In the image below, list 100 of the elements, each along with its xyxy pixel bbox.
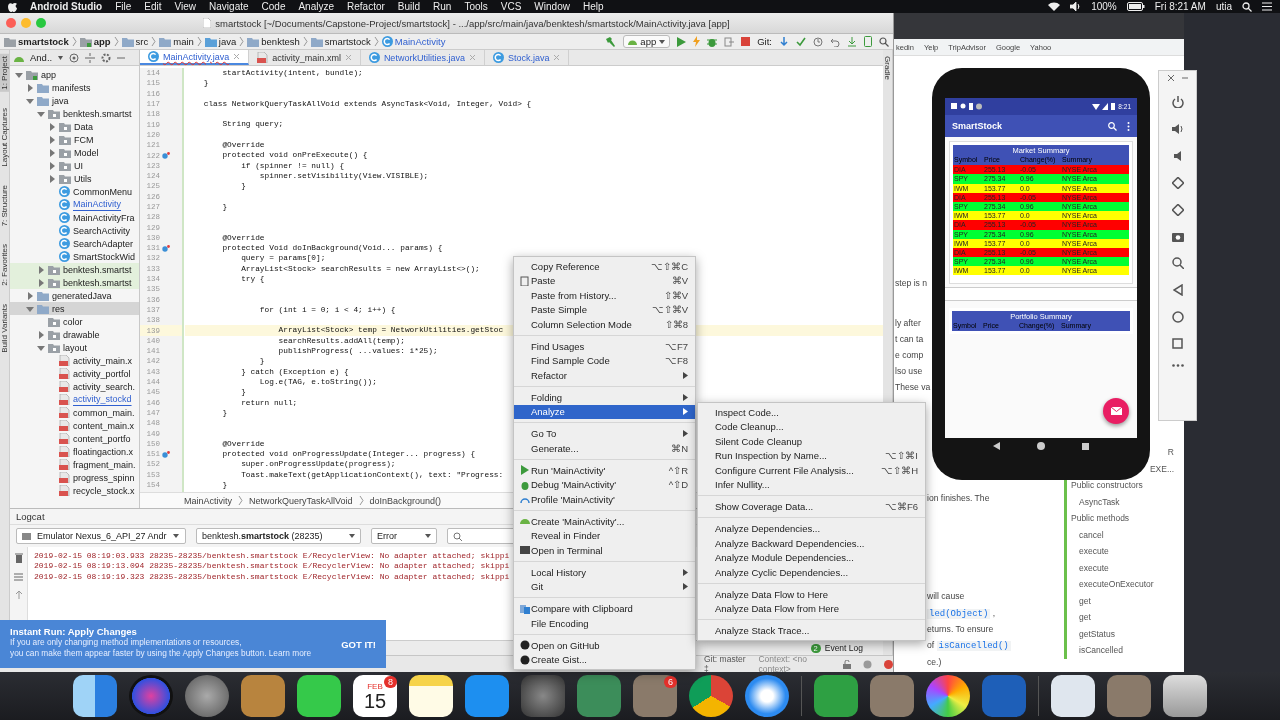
close-window-icon[interactable] <box>6 18 16 28</box>
toc-link[interactable]: cancel <box>1079 529 1104 540</box>
tree-item-label[interactable]: benktesh.smartst <box>63 108 132 119</box>
menu-item[interactable]: View <box>174 1 197 12</box>
toc-link[interactable]: EXE... <box>1149 460 1174 477</box>
tool-window-tab[interactable]: 7: Structure <box>0 182 9 228</box>
tree-item-label[interactable]: activity_portfol <box>73 368 131 379</box>
breadcrumb-item[interactable]: smartstock <box>324 36 371 47</box>
tree-item-label[interactable]: CommonMenu <box>73 186 133 197</box>
toc-link[interactable]: execute <box>1079 546 1109 556</box>
tree-row[interactable]: recycle_stock.x <box>10 484 139 497</box>
vcs-update-icon[interactable] <box>779 36 789 47</box>
tree-item-label[interactable]: java <box>52 95 69 106</box>
back-icon[interactable] <box>993 442 1001 450</box>
power-icon[interactable] <box>1171 96 1184 108</box>
run-icon[interactable] <box>677 36 687 47</box>
menu-item[interactable]: File <box>115 1 132 12</box>
up-arrow-icon[interactable] <box>14 590 23 599</box>
toc-link[interactable]: get <box>1079 612 1091 622</box>
volume-up-icon[interactable] <box>1171 123 1184 135</box>
menu-item[interactable]: Analyze <box>298 1 335 12</box>
breadcrumb-item[interactable]: main <box>173 36 194 47</box>
tree-row[interactable]: SmartStockWid <box>10 250 139 263</box>
tree-row[interactable]: benktesh.smartst <box>10 263 139 276</box>
tree-row[interactable]: content_portfo <box>10 432 139 445</box>
menu-item[interactable]: Generate... ⌘N <box>514 441 695 456</box>
tree-row[interactable]: content_main.x <box>10 419 139 432</box>
menu-item[interactable]: Configure Current File Analysis... ⌥⇧⌘H <box>698 463 925 478</box>
stop-icon[interactable] <box>741 37 751 46</box>
notepad-icon[interactable] <box>409 675 453 717</box>
lock-icon[interactable] <box>843 659 851 669</box>
menu-item[interactable]: Refactor <box>347 1 385 12</box>
tree-row[interactable]: CommonMenu <box>10 185 139 198</box>
menu-item[interactable]: Tools <box>464 1 488 12</box>
target-icon[interactable] <box>69 52 80 63</box>
menu-item[interactable]: Find Sample Code ⌥F8 <box>514 353 695 368</box>
toc-link[interactable]: get <box>1079 595 1091 606</box>
menu-item[interactable]: Open on GitHub <box>514 638 695 653</box>
tree-row[interactable]: res <box>10 302 139 315</box>
tree-item-label[interactable]: activity_stockd <box>73 393 132 406</box>
close-icon[interactable] <box>1167 75 1174 81</box>
tree-item-label[interactable]: benktesh.smartst <box>63 277 132 288</box>
tree-item-label[interactable]: FCM <box>74 134 94 145</box>
tree-item-label[interactable]: color <box>63 316 83 327</box>
menu-item[interactable]: Paste Simple ⌥⇧⌘V <box>514 302 695 317</box>
pinwheel-icon[interactable] <box>926 675 970 717</box>
menu-item[interactable]: Analyze Cyclic Dependencies... <box>698 565 925 580</box>
menu-item[interactable]: Analyze Backward Dependencies... <box>698 536 925 551</box>
calendar-icon[interactable]: FEB 15 8 <box>353 675 397 717</box>
menu-item[interactable]: Code Cleanup... <box>698 419 925 434</box>
toc-link[interactable]: getStatus <box>1079 628 1115 639</box>
menu-item[interactable]: Create Gist... <box>514 652 695 667</box>
run-configuration-dropdown[interactable]: app <box>623 35 671 48</box>
editor-tab[interactable]: MainActivity.java <box>140 50 250 65</box>
tree-item-label[interactable]: generatedJava <box>52 290 112 301</box>
tree-item-label[interactable]: SearchActivity <box>73 225 131 236</box>
tool-window-tab[interactable]: Gradle <box>883 54 892 82</box>
tree-row[interactable]: drawable <box>10 328 139 341</box>
tree-item-label[interactable]: activity_main.x <box>73 355 133 366</box>
breadcrumb-item[interactable]: java <box>218 36 237 47</box>
tree-item-label[interactable]: drawable <box>63 329 100 340</box>
toc-link[interactable]: R <box>1167 444 1174 461</box>
tree-row[interactable]: activity_search. <box>10 380 139 393</box>
menu-item[interactable]: Refactor <box>514 368 695 383</box>
menu-item[interactable]: Go To <box>514 426 695 441</box>
code-path-item[interactable]: NetworkQueryTaskAllVoid <box>249 495 353 506</box>
project-view-dropdown[interactable]: And.. <box>30 52 53 63</box>
tree-item-label[interactable]: Utils <box>74 173 92 184</box>
caret-icon[interactable] <box>58 55 64 60</box>
clock-icon[interactable] <box>813 36 823 47</box>
volume-down-icon[interactable] <box>1171 150 1184 162</box>
menu-item[interactable]: Analyze Data Flow to Here <box>698 587 925 602</box>
tree-row[interactable]: manifests <box>10 81 139 94</box>
tree-row[interactable]: common_main. <box>10 406 139 419</box>
close-icon[interactable] <box>233 53 241 60</box>
menu-item[interactable]: Run 'MainActivity' ^⇧R <box>514 463 695 478</box>
tree-row[interactable]: UI <box>10 159 139 172</box>
tree-row[interactable]: benktesh.smartst <box>10 276 139 289</box>
menu-item[interactable]: Build <box>397 1 421 12</box>
tree-item-label[interactable]: common_main. <box>73 407 135 418</box>
menu-item[interactable]: Folding <box>514 390 695 405</box>
menu-item[interactable]: File Encoding <box>514 616 695 631</box>
recents-icon[interactable] <box>1081 442 1089 450</box>
attach-icon[interactable] <box>724 36 735 47</box>
home-icon[interactable] <box>1037 442 1045 450</box>
tree-row[interactable]: layout <box>10 341 139 354</box>
tree-row[interactable]: color <box>10 315 139 328</box>
menu-item[interactable]: Copy Reference ⌥⇧⌘C <box>514 259 695 274</box>
tool-window-tab[interactable]: 1: Project <box>0 54 9 92</box>
tree-row[interactable]: Model <box>10 146 139 159</box>
expand-arrow-icon[interactable] <box>37 330 45 339</box>
device-dropdown[interactable]: Emulator Nexus_6_API_27 Andr <box>16 528 186 544</box>
app-menu[interactable]: Android Studio <box>30 1 103 12</box>
tree-row[interactable]: Data <box>10 120 139 133</box>
tool-window-tab[interactable]: 2: Favorites <box>0 241 9 288</box>
tree-row[interactable]: activity_portfol <box>10 367 139 380</box>
code-path-item[interactable]: MainActivity <box>184 495 232 506</box>
editor-tab[interactable]: NetworkUtilities.java <box>360 50 485 65</box>
tree-item-label[interactable]: app <box>41 69 57 80</box>
hammer-icon[interactable] <box>605 36 617 47</box>
